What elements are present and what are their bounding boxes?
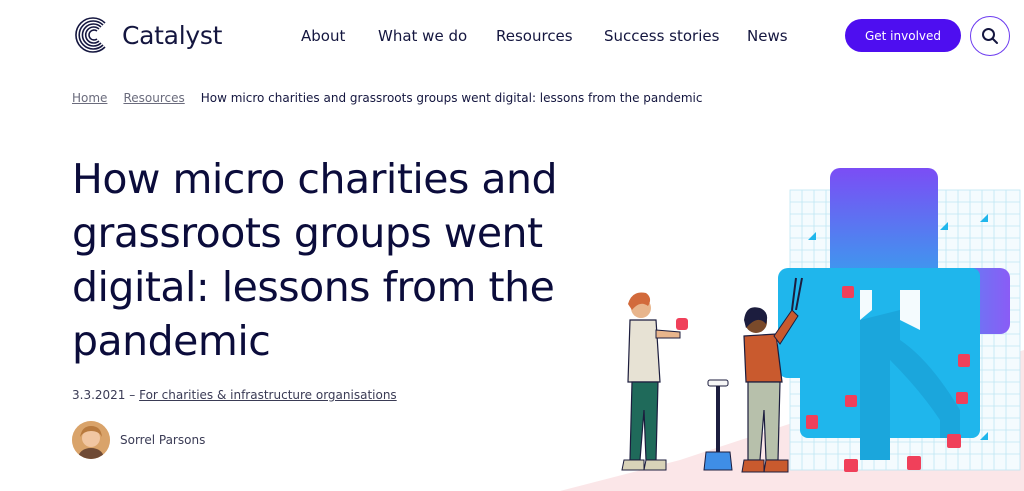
article-author: Sorrel Parsons — [72, 420, 205, 460]
breadcrumb-resources[interactable]: Resources — [123, 91, 184, 105]
article-category-link[interactable]: For charities & infrastructure organisat… — [139, 388, 397, 402]
nav-item-what-we-do[interactable]: What we do — [378, 26, 467, 46]
breadcrumb: Home Resources How micro charities and gra… — [72, 90, 702, 106]
shovel — [703, 379, 733, 471]
hero-illustration — [560, 168, 1024, 491]
avatar-portrait-icon — [72, 421, 110, 459]
author-name: Sorrel Parsons — [120, 433, 206, 447]
article-date: 3.3.2021 — [72, 388, 126, 402]
nav-item-success-stories[interactable]: Success stories — [604, 26, 719, 46]
person-with-apple — [621, 292, 688, 471]
article-meta: 3.3.2021 – For charities & infrastructur… — [72, 387, 397, 403]
nav-item-resources[interactable]: Resources — [496, 26, 573, 46]
search-button[interactable] — [970, 16, 1010, 56]
breadcrumb-current: How micro charities and grassroots group… — [200, 91, 703, 105]
page-title: How micro charities and grassroots group… — [72, 155, 558, 365]
nav-item-news[interactable]: News — [747, 26, 788, 46]
author-avatar[interactable] — [72, 421, 110, 459]
meta-separator: – — [129, 388, 136, 402]
nav-item-about[interactable]: About — [301, 26, 345, 46]
search-icon — [982, 28, 998, 44]
site-header: Catalyst About What we do Resources Succ… — [0, 0, 1024, 72]
breadcrumb-home[interactable]: Home — [72, 91, 107, 105]
get-involved-button[interactable]: Get involved — [845, 19, 961, 52]
